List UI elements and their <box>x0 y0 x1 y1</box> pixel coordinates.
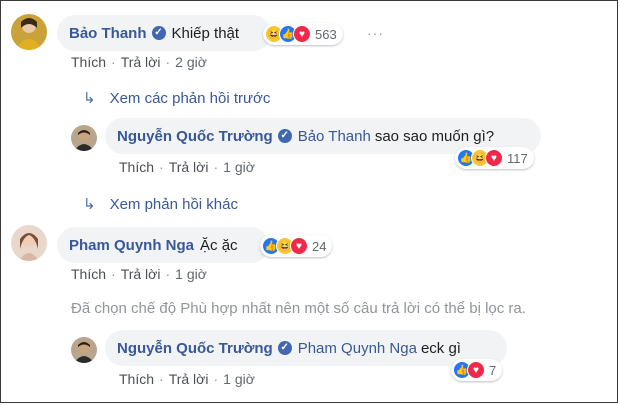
love-reaction-icon: ♥ <box>293 25 311 43</box>
reply-text: eck gì <box>420 339 461 357</box>
reaction-count: 7 <box>489 362 497 378</box>
timestamp[interactable]: 1 giờ <box>223 159 255 175</box>
reactions-summary[interactable]: 👍 😆 ♥ 117 <box>455 147 534 169</box>
filter-notice: Đã chọn chế độ Phù hợp nhất nên một số c… <box>71 300 526 317</box>
like-button[interactable]: Thích <box>119 159 154 175</box>
reply-button[interactable]: Trả lời <box>169 159 209 175</box>
more-options-icon[interactable]: ··· <box>367 25 384 41</box>
comment-bubble: Bảo Thanh ✓ Khiếp thật <box>57 15 271 51</box>
avatar[interactable] <box>71 125 97 151</box>
reply-arrow-icon: ↳ <box>83 90 96 107</box>
verified-badge-icon: ✓ <box>277 129 292 143</box>
comment-author[interactable]: Bảo Thanh <box>69 25 147 42</box>
timestamp[interactable]: 1 giờ <box>175 266 207 282</box>
view-other-replies-link[interactable]: ↳ Xem phản hồi khác <box>83 195 238 213</box>
verified-badge-icon: ✓ <box>277 341 292 355</box>
comment-text: Khiếp thật <box>171 24 240 42</box>
love-reaction-icon: ♥ <box>485 149 503 167</box>
love-reaction-icon: ♥ <box>467 361 485 379</box>
reply-arrow-icon: ↳ <box>83 196 96 213</box>
mention-tag[interactable]: Pham Quynh Nga <box>298 340 417 357</box>
reactions-summary[interactable]: 👍 😆 ♥ 24 <box>260 235 333 257</box>
reply-bubble: Nguyễn Quốc Trường ✓ Pham Quynh Nga eck … <box>105 330 507 366</box>
mention-tag[interactable]: Bảo Thanh <box>298 128 371 145</box>
comment-actions: Thích · Trả lời · 2 giờ <box>71 54 207 70</box>
timestamp[interactable]: 2 giờ <box>175 54 207 70</box>
timestamp[interactable]: 1 giờ <box>223 371 255 387</box>
comment-author[interactable]: Pham Quynh Nga <box>69 237 194 254</box>
reply-actions: Thích · Trả lời · 1 giờ <box>119 159 255 175</box>
love-reaction-icon: ♥ <box>290 237 308 255</box>
verified-badge-icon: ✓ <box>151 26 166 40</box>
view-previous-replies-label: Xem các phản hồi trước <box>109 90 271 107</box>
like-button[interactable]: Thích <box>71 266 106 282</box>
view-previous-replies-link[interactable]: ↳ Xem các phản hồi trước <box>83 89 270 107</box>
reply-button[interactable]: Trả lời <box>121 54 161 70</box>
comment-bubble: Pham Quynh Nga Ặc ặc <box>57 227 269 263</box>
like-button[interactable]: Thích <box>119 371 154 387</box>
comment-thread: Bảo Thanh ✓ Khiếp thật 😆 👍 ♥ 563 ··· Thí… <box>0 0 618 403</box>
reply-author[interactable]: Nguyễn Quốc Trường <box>117 340 273 357</box>
comment-text: Ặc ặc <box>200 236 238 254</box>
avatar[interactable] <box>71 337 97 363</box>
reply-text: sao sao muốn gì? <box>374 127 495 145</box>
reaction-count: 24 <box>312 238 327 254</box>
avatar[interactable] <box>11 14 47 50</box>
reply-button[interactable]: Trả lời <box>121 266 161 282</box>
reactions-summary[interactable]: 😆 👍 ♥ 563 <box>263 23 343 45</box>
reply-button[interactable]: Trả lời <box>169 371 209 387</box>
like-button[interactable]: Thích <box>71 54 106 70</box>
comment-actions: Thích · Trả lời · 1 giờ <box>71 266 207 282</box>
reaction-count: 563 <box>315 26 337 42</box>
reply-actions: Thích · Trả lời · 1 giờ <box>119 371 255 387</box>
reaction-count: 117 <box>507 150 528 166</box>
reactions-summary[interactable]: 👍 ♥ 7 <box>451 359 503 381</box>
reply-author[interactable]: Nguyễn Quốc Trường <box>117 128 273 145</box>
view-other-replies-label: Xem phản hồi khác <box>109 196 238 213</box>
avatar[interactable] <box>11 225 47 261</box>
